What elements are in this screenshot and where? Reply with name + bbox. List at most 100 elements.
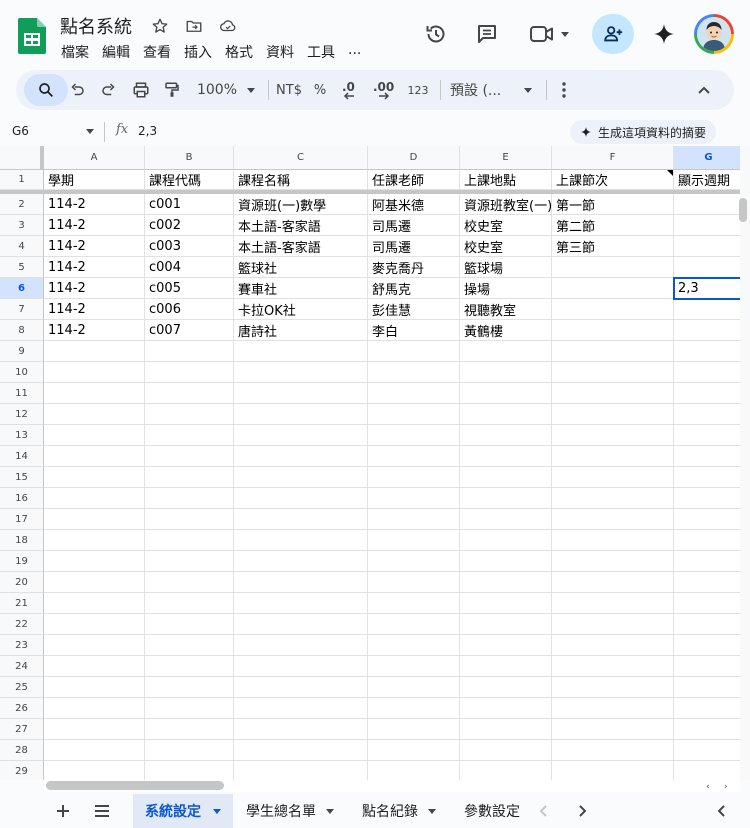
cell-e23[interactable] (460, 635, 552, 656)
decrease-decimal-button[interactable]: .0 (338, 70, 366, 110)
row-header-17[interactable]: 17 (0, 509, 44, 530)
cell-a22[interactable] (44, 614, 145, 635)
column-header-b[interactable]: B (145, 146, 234, 170)
row-header-28[interactable]: 28 (0, 740, 44, 761)
cell-e27[interactable] (460, 719, 552, 740)
cell-a16[interactable] (44, 488, 145, 509)
cell-b27[interactable] (145, 719, 234, 740)
row-header-7[interactable]: 7 (0, 299, 44, 320)
cell-d6[interactable]: 舒馬克 (368, 278, 460, 299)
cell-g13[interactable] (674, 425, 740, 446)
column-header-f[interactable]: F (552, 146, 674, 170)
cell-b4[interactable]: c003 (145, 236, 234, 257)
cell-a3[interactable]: 114-2 (44, 215, 145, 236)
row-header-24[interactable]: 24 (0, 656, 44, 677)
cell-g24[interactable] (674, 656, 740, 677)
cell-e18[interactable] (460, 530, 552, 551)
cell-a29[interactable] (44, 761, 145, 780)
cell-b5[interactable]: c004 (145, 257, 234, 278)
cell-c9[interactable] (234, 341, 368, 362)
cell-a28[interactable] (44, 740, 145, 761)
cell-e28[interactable] (460, 740, 552, 761)
cell-b10[interactable] (145, 362, 234, 383)
cell-e2[interactable]: 資源班教室(一) (460, 194, 552, 215)
cell-a25[interactable] (44, 677, 145, 698)
cell-d14[interactable] (368, 446, 460, 467)
cell-e29[interactable] (460, 761, 552, 780)
percent-format-button[interactable]: % (310, 70, 330, 110)
cell-g26[interactable] (674, 698, 740, 719)
print-icon[interactable] (130, 70, 152, 110)
cell-g27[interactable] (674, 719, 740, 740)
cell-e21[interactable] (460, 593, 552, 614)
column-header-a[interactable]: A (44, 146, 145, 170)
cell-g14[interactable] (674, 446, 740, 467)
currency-format-button[interactable]: NT$ (274, 70, 304, 110)
row-header-14[interactable]: 14 (0, 446, 44, 467)
cell-d8[interactable]: 李白 (368, 320, 460, 341)
cell-e22[interactable] (460, 614, 552, 635)
cell-g1[interactable]: 顯示週期 (674, 170, 740, 190)
comments-icon[interactable] (473, 20, 501, 48)
cell-b29[interactable] (145, 761, 234, 780)
cell-f8[interactable] (552, 320, 674, 341)
cell-a9[interactable] (44, 341, 145, 362)
row-header-1[interactable]: 1 (0, 170, 44, 190)
menu-edit[interactable]: 編輯 (102, 42, 139, 62)
cell-e3[interactable]: 校史室 (460, 215, 552, 236)
cell-a15[interactable] (44, 467, 145, 488)
cell-c10[interactable] (234, 362, 368, 383)
cell-f25[interactable] (552, 677, 674, 698)
cell-b23[interactable] (145, 635, 234, 656)
cell-d29[interactable] (368, 761, 460, 780)
cell-c1[interactable]: 課程名稱 (234, 170, 368, 190)
increase-decimal-button[interactable]: .00 (370, 70, 400, 110)
sheet-grid[interactable]: A B C D E F G 1 學期 課程代碼 課程名稱 任課老師 上課地點 上課節次 顯示週期 2 114-2… (0, 146, 740, 780)
row-header-29[interactable]: 29 (0, 761, 44, 780)
cell-b15[interactable] (145, 467, 234, 488)
cell-c12[interactable] (234, 404, 368, 425)
cell-c2[interactable]: 資源班(一)數學 (234, 194, 368, 215)
cell-f19[interactable] (552, 551, 674, 572)
row-header-20[interactable]: 20 (0, 572, 44, 593)
meet-button[interactable] (526, 20, 572, 48)
row-header-12[interactable]: 12 (0, 404, 44, 425)
menu-insert[interactable]: 插入 (184, 42, 221, 62)
cell-g19[interactable] (674, 551, 740, 572)
cell-a13[interactable] (44, 425, 145, 446)
cell-c6[interactable]: 賽車社 (234, 278, 368, 299)
search-menus-button[interactable] (24, 74, 68, 106)
sheet-tab-system-settings[interactable]: 系統設定 (133, 794, 233, 828)
cell-d24[interactable] (368, 656, 460, 677)
cell-c19[interactable] (234, 551, 368, 572)
explore-panel-toggle-icon[interactable] (706, 794, 738, 828)
row-header-26[interactable]: 26 (0, 698, 44, 719)
cell-c24[interactable] (234, 656, 368, 677)
row-header-5[interactable]: 5 (0, 257, 44, 278)
cell-a1[interactable]: 學期 (44, 170, 145, 190)
cell-d2[interactable]: 阿基米德 (368, 194, 460, 215)
cell-c17[interactable] (234, 509, 368, 530)
cell-b18[interactable] (145, 530, 234, 551)
cell-d12[interactable] (368, 404, 460, 425)
cell-b25[interactable] (145, 677, 234, 698)
cell-a8[interactable]: 114-2 (44, 320, 145, 341)
document-title[interactable]: 點名系統 (60, 13, 132, 39)
cell-d19[interactable] (368, 551, 460, 572)
cell-f24[interactable] (552, 656, 674, 677)
row-header-22[interactable]: 22 (0, 614, 44, 635)
cell-d5[interactable]: 麥克喬丹 (368, 257, 460, 278)
cell-g12[interactable] (674, 404, 740, 425)
cell-g4[interactable] (674, 236, 740, 257)
cell-a4[interactable]: 114-2 (44, 236, 145, 257)
select-all-corner[interactable] (0, 146, 44, 170)
menu-format[interactable]: 格式 (225, 42, 262, 62)
scroll-tabs-left-icon[interactable] (528, 794, 560, 828)
move-folder-icon[interactable] (182, 14, 206, 38)
cell-e9[interactable] (460, 341, 552, 362)
frozen-column-divider[interactable] (40, 146, 44, 170)
cell-g11[interactable] (674, 383, 740, 404)
cell-c11[interactable] (234, 383, 368, 404)
cell-c20[interactable] (234, 572, 368, 593)
scroll-right-arrow-icon[interactable]: › (724, 782, 728, 792)
